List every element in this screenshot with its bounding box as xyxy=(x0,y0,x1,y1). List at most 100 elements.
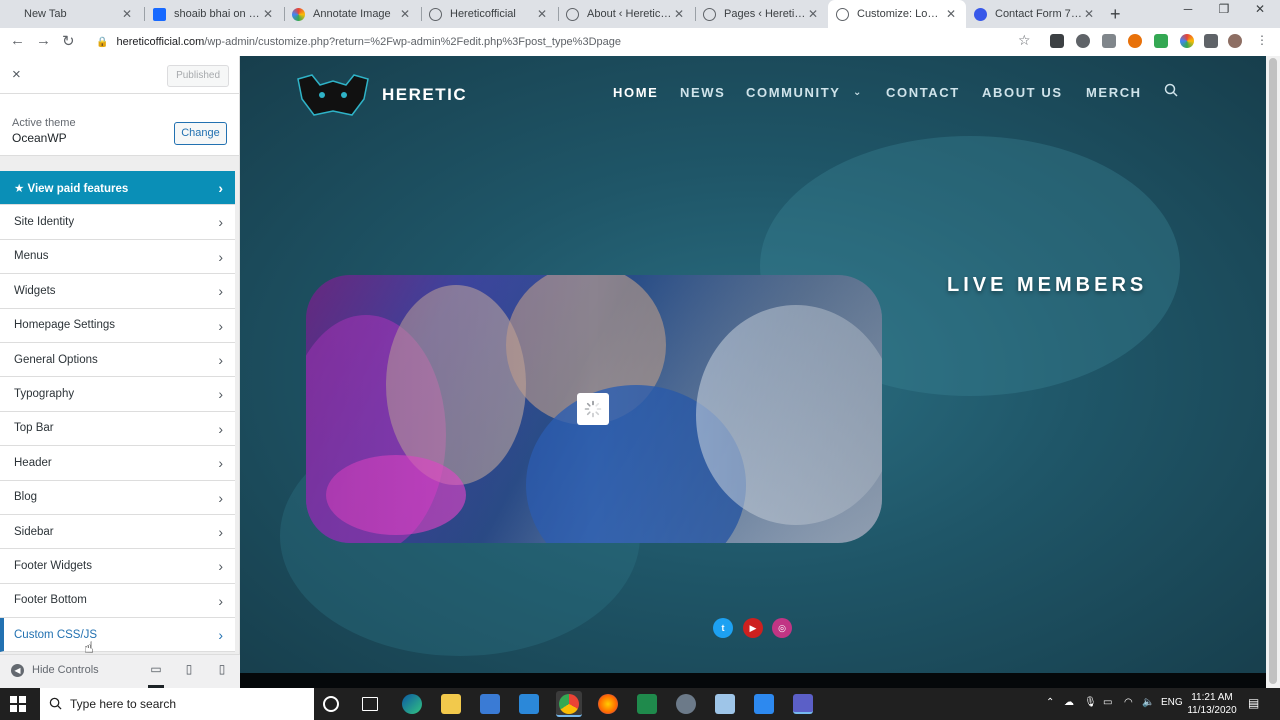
behance-icon xyxy=(153,7,166,21)
teams-icon[interactable] xyxy=(793,694,813,714)
site-brand[interactable]: HERETIC xyxy=(382,85,467,105)
close-tab-icon[interactable]: ✕ xyxy=(672,7,686,21)
close-icon[interactable]: × xyxy=(12,66,21,83)
extension-fire-icon[interactable] xyxy=(1128,34,1142,48)
url-field[interactable]: 🔒 hereticofficial.com /wp-admin/customiz… xyxy=(88,31,1043,53)
app-green-icon[interactable] xyxy=(637,694,657,714)
mail-icon[interactable] xyxy=(519,694,539,714)
microphone-icon[interactable]: 🎙 xyxy=(1084,697,1097,708)
menu-menus[interactable]: Menus › xyxy=(0,239,235,275)
close-tab-icon[interactable]: ✕ xyxy=(944,7,958,21)
nav-home[interactable]: HOME xyxy=(613,85,658,100)
language-indicator[interactable]: ENG xyxy=(1161,697,1183,708)
menu-dots-icon[interactable]: ⋮ xyxy=(1256,33,1268,47)
scrollbar-thumb[interactable] xyxy=(1269,58,1277,684)
close-tab-icon[interactable]: ✕ xyxy=(535,7,549,21)
extension-plus-icon[interactable] xyxy=(1154,34,1168,48)
youtube-icon[interactable]: ▶ xyxy=(743,618,763,638)
volume-icon[interactable]: 🔈 xyxy=(1142,697,1154,708)
menu-blog[interactable]: Blog › xyxy=(0,480,235,515)
camera-icon[interactable] xyxy=(1102,34,1116,48)
menu-label: Footer Bottom xyxy=(14,594,87,607)
extension-color-icon[interactable] xyxy=(1180,34,1194,48)
profile-avatar[interactable] xyxy=(1228,34,1242,48)
instagram-icon[interactable]: ◎ xyxy=(772,618,792,638)
windows-start-icon[interactable] xyxy=(10,696,26,712)
preview-scrollbar[interactable] xyxy=(1266,56,1280,688)
menu-general-options[interactable]: General Options › xyxy=(0,342,235,378)
notifications-icon[interactable]: ▤ xyxy=(1248,696,1259,710)
firefox-icon[interactable] xyxy=(598,694,618,714)
menu-top-bar[interactable]: Top Bar › xyxy=(0,411,235,447)
close-tab-icon[interactable]: ✕ xyxy=(398,7,412,21)
heretic-logo-icon xyxy=(297,74,369,116)
menu-sidebar[interactable]: Sidebar › xyxy=(0,514,235,550)
menu-footer-bottom[interactable]: Footer Bottom › xyxy=(0,583,235,619)
menu-view-paid-features[interactable]: ★ View paid features › xyxy=(0,171,235,206)
restore-icon[interactable]: ❐ xyxy=(1204,2,1244,16)
notepad-icon[interactable] xyxy=(715,694,735,714)
publish-button[interactable]: Published xyxy=(167,65,229,87)
new-tab-plus-icon[interactable]: + xyxy=(1110,4,1121,25)
onedrive-icon[interactable]: ☁ xyxy=(1064,697,1074,708)
tab-annotate-image[interactable]: Annotate Image ✕ xyxy=(284,2,420,26)
tab-behance[interactable]: shoaib bhai on Behance ✕ xyxy=(145,2,283,26)
close-tab-icon[interactable]: ✕ xyxy=(1082,7,1096,21)
app-gear-icon[interactable] xyxy=(676,694,696,714)
tablet-preview-icon[interactable]: ▯ xyxy=(181,662,197,678)
tab-new-tab[interactable]: New Tab ✕ xyxy=(6,2,142,26)
store-icon[interactable] xyxy=(480,694,500,714)
close-window-icon[interactable]: ✕ xyxy=(1240,2,1280,16)
windows-taskbar: Type here to search ⌃ ☁ 🎙 ▭ ◠ 🔈 ENG 11:2… xyxy=(0,688,1280,720)
search-icon[interactable] xyxy=(1164,83,1178,97)
close-tab-icon[interactable]: ✕ xyxy=(120,7,134,21)
nav-merch[interactable]: MERCH xyxy=(1086,85,1142,100)
hide-controls-button[interactable]: Hide Controls xyxy=(32,664,99,676)
tab-customize-loading[interactable]: Customize: Loading... ✕ xyxy=(828,0,966,28)
tab-pages[interactable]: Pages ‹ Hereticofficial ✕ xyxy=(695,2,828,26)
tab-title: New Tab xyxy=(24,8,67,20)
bookmark-star-icon[interactable]: ☆ xyxy=(1018,32,1031,49)
chrome-icon[interactable] xyxy=(556,691,582,717)
forward-icon[interactable]: → xyxy=(36,32,51,49)
file-explorer-icon[interactable] xyxy=(441,694,461,714)
menu-header[interactable]: Header › xyxy=(0,446,235,481)
menu-custom-css-js[interactable]: Custom CSS/JS › xyxy=(0,618,235,653)
close-tab-icon[interactable]: ✕ xyxy=(261,7,275,21)
tray-chevron-up-icon[interactable]: ⌃ xyxy=(1046,697,1054,708)
minimize-icon[interactable]: ─ xyxy=(1168,2,1208,16)
desktop-preview-icon[interactable]: ▭ xyxy=(148,662,164,688)
chevron-right-icon: › xyxy=(218,214,223,231)
wifi-icon[interactable]: ◠ xyxy=(1124,697,1133,708)
close-tab-icon[interactable]: ✕ xyxy=(806,7,820,21)
task-view-icon[interactable] xyxy=(362,697,378,711)
tab-contact-form[interactable]: Contact Form 7 Redirect ✕ xyxy=(966,2,1104,26)
twitter-icon[interactable]: t xyxy=(713,618,733,638)
cortana-icon[interactable] xyxy=(323,696,339,712)
nav-contact[interactable]: CONTACT xyxy=(886,85,960,100)
tab-about[interactable]: About ‹ Hereticofficial ✕ xyxy=(558,2,694,26)
back-icon[interactable]: ← xyxy=(10,32,25,49)
menu-site-identity[interactable]: Site Identity › xyxy=(0,205,235,240)
reload-icon[interactable]: ↻ xyxy=(62,32,75,50)
menu-homepage-settings[interactable]: Homepage Settings › xyxy=(0,308,235,343)
battery-icon[interactable]: ▭ xyxy=(1103,697,1112,708)
menu-widgets[interactable]: Widgets › xyxy=(0,274,235,309)
edge-icon[interactable] xyxy=(402,694,422,714)
nav-community[interactable]: COMMUNITY xyxy=(746,85,841,100)
taskbar-search-input[interactable]: Type here to search xyxy=(40,688,314,720)
puzzle-icon[interactable] xyxy=(1204,34,1218,48)
change-theme-button[interactable]: Change xyxy=(174,122,227,145)
nav-about-us[interactable]: ABOUT US xyxy=(982,85,1063,100)
menu-footer-widgets[interactable]: Footer Widgets › xyxy=(0,549,235,584)
taskbar-clock[interactable]: 11:21 AM 11/13/2020 xyxy=(1184,691,1240,717)
hide-controls-icon[interactable]: ◀ xyxy=(11,664,24,677)
extension-record-icon[interactable] xyxy=(1076,34,1090,48)
nav-news[interactable]: NEWS xyxy=(680,85,725,100)
tab-hereticofficial[interactable]: Hereticofficial ✕ xyxy=(421,2,557,26)
tab-title: Hereticofficial xyxy=(450,8,516,20)
extension-a-icon[interactable] xyxy=(1050,34,1064,48)
menu-typography[interactable]: Typography › xyxy=(0,377,235,412)
app-blue-icon[interactable] xyxy=(754,694,774,714)
mobile-preview-icon[interactable]: ▯ xyxy=(214,662,230,678)
